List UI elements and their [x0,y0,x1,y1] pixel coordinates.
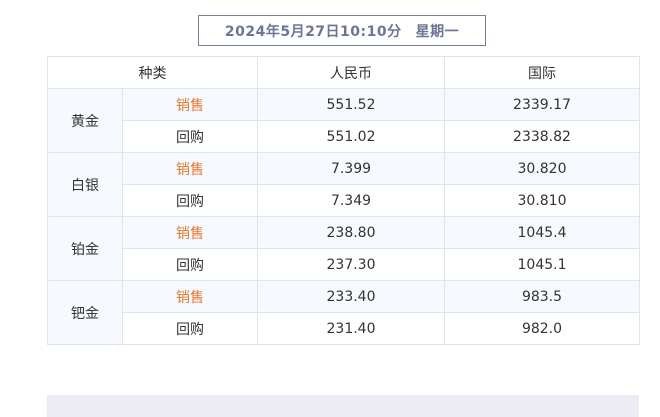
cny-price: 551.02 [257,120,445,153]
price-type: 回购 [122,312,258,345]
table-header-row: 种类 人民币 国际 [47,56,640,89]
table-row: 黄金 销售 551.52 2339.17 [47,88,640,153]
cny-price: 551.52 [257,88,445,121]
price-type: 销售 [122,88,258,121]
column-header-intl: 国际 [444,56,640,89]
intl-price: 1045.4 [444,216,640,249]
intl-price: 983.5 [444,280,640,313]
footer-bar [47,395,639,417]
precious-metal-price-table: 种类 人民币 国际 黄金 销售 551.52 2339.17 回购 551.02… [47,56,640,345]
table-row: 白银 销售 7.399 30.820 [47,152,640,217]
table-row: 回购 7.349 30.810 [48,184,640,217]
metal-name: 钯金 [47,280,123,345]
cny-price: 238.80 [257,216,445,249]
cny-price: 237.30 [257,248,445,281]
metal-name: 黄金 [47,88,123,153]
table-row: 铂金 销售 238.80 1045.4 [47,216,640,281]
price-type: 回购 [122,120,258,153]
cny-price: 7.399 [257,152,445,185]
intl-price: 2339.17 [444,88,640,121]
table-row: 回购 237.30 1045.1 [48,248,640,281]
intl-price: 1045.1 [444,248,640,281]
price-type: 回购 [122,184,258,217]
price-type: 销售 [122,152,258,185]
datetime-text: 2024年5月27日10:10分 [224,23,402,40]
cny-price: 231.40 [257,312,445,345]
intl-price: 30.810 [444,184,640,217]
cny-price: 233.40 [257,280,445,313]
column-header-cny: 人民币 [257,56,445,89]
table-row: 回购 231.40 982.0 [48,312,640,345]
price-type: 销售 [122,216,258,249]
price-type: 销售 [122,280,258,313]
weekday-text: 星期一 [415,23,460,40]
price-type: 回购 [122,248,258,281]
table-row: 回购 551.02 2338.82 [48,120,640,153]
cny-price: 7.349 [257,184,445,217]
intl-price: 982.0 [444,312,640,345]
metal-name: 铂金 [47,216,123,281]
date-time-header: 2024年5月27日10:10分 星期一 [198,15,486,46]
metal-name: 白银 [47,152,123,217]
table-row: 钯金 销售 233.40 983.5 [47,280,640,345]
intl-price: 30.820 [444,152,640,185]
intl-price: 2338.82 [444,120,640,153]
column-header-type: 种类 [47,56,258,89]
